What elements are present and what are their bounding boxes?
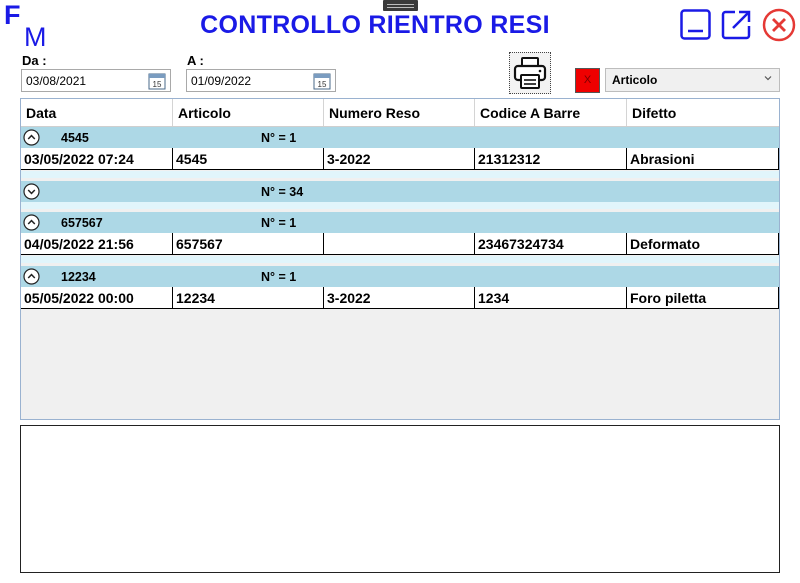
page-title: CONTROLLO RIENTRO RESI bbox=[200, 11, 550, 39]
detail-panel[interactable] bbox=[20, 425, 780, 573]
group-by-select[interactable]: Articolo bbox=[605, 68, 780, 92]
calendar-icon[interactable]: 15 bbox=[148, 72, 166, 90]
logo-letter-f: F bbox=[4, 2, 21, 30]
table-row[interactable]: 05/05/2022 00:00 12234 3-2022 1234 Foro … bbox=[21, 287, 779, 309]
column-header-difetto[interactable]: Difetto bbox=[627, 99, 779, 126]
table-row[interactable]: 04/05/2022 21:56 657567 23467324734 Defo… bbox=[21, 233, 779, 255]
printer-icon bbox=[513, 57, 547, 89]
chevron-up-icon[interactable] bbox=[23, 129, 40, 146]
drag-handle[interactable] bbox=[383, 0, 418, 11]
print-button[interactable] bbox=[509, 52, 551, 94]
from-date-picker[interactable]: 03/08/2021 15 bbox=[21, 69, 171, 92]
minimize-icon[interactable] bbox=[680, 9, 711, 40]
column-header-articolo[interactable]: Articolo bbox=[173, 99, 324, 126]
calendar-icon[interactable]: 15 bbox=[313, 72, 331, 90]
group-count: N° = 1 bbox=[261, 216, 297, 230]
cell-data: 05/05/2022 00:00 bbox=[21, 287, 173, 309]
group-header[interactable]: 4545 N° = 1 bbox=[21, 127, 779, 148]
to-date-value: 01/09/2022 bbox=[191, 74, 252, 88]
svg-text:15: 15 bbox=[318, 80, 327, 89]
close-icon[interactable] bbox=[762, 8, 796, 42]
fm-logo: F M bbox=[4, 2, 47, 48]
chevron-up-icon[interactable] bbox=[23, 214, 40, 231]
group-key: 657567 bbox=[61, 216, 103, 230]
cell-codice-a-barre: 1234 bbox=[475, 287, 627, 309]
clear-filter-button[interactable]: X bbox=[575, 68, 600, 93]
chevron-down-icon bbox=[764, 76, 772, 81]
cell-articolo: 12234 bbox=[173, 287, 324, 309]
column-header-numero-reso[interactable]: Numero Reso bbox=[324, 99, 475, 126]
cell-codice-a-barre: 21312312 bbox=[475, 148, 627, 170]
group-count: N° = 1 bbox=[261, 131, 297, 145]
to-date-label: A : bbox=[187, 53, 204, 68]
cell-data: 04/05/2022 21:56 bbox=[21, 233, 173, 255]
group-count: N° = 1 bbox=[261, 270, 297, 284]
column-header-data[interactable]: Data bbox=[21, 99, 173, 126]
group-count: N° = 34 bbox=[261, 185, 304, 199]
cell-data: 03/05/2022 07:24 bbox=[21, 148, 173, 170]
returns-grid[interactable]: Data Articolo Numero Reso Codice A Barre… bbox=[20, 98, 780, 420]
chevron-up-icon[interactable] bbox=[23, 268, 40, 285]
popout-icon[interactable] bbox=[721, 9, 752, 40]
cell-articolo: 657567 bbox=[173, 233, 324, 255]
group-spacer bbox=[21, 202, 779, 209]
cell-numero-reso: 3-2022 bbox=[324, 287, 475, 309]
cell-difetto: Foro piletta bbox=[627, 287, 779, 309]
svg-text:15: 15 bbox=[153, 80, 162, 89]
group-key: 4545 bbox=[61, 131, 89, 145]
column-header-codice-a-barre[interactable]: Codice A Barre bbox=[475, 99, 627, 126]
cell-codice-a-barre: 23467324734 bbox=[475, 233, 627, 255]
group-header[interactable]: 12234 N° = 1 bbox=[21, 266, 779, 287]
cell-articolo: 4545 bbox=[173, 148, 324, 170]
chevron-down-icon[interactable] bbox=[23, 183, 40, 200]
cell-difetto: Abrasioni bbox=[627, 148, 779, 170]
grid-header: Data Articolo Numero Reso Codice A Barre… bbox=[21, 99, 779, 127]
cell-numero-reso bbox=[324, 233, 475, 255]
cell-numero-reso: 3-2022 bbox=[324, 148, 475, 170]
group-header[interactable]: N° = 34 bbox=[21, 181, 779, 202]
group-key: 12234 bbox=[61, 270, 96, 284]
from-date-label: Da : bbox=[22, 53, 47, 68]
group-by-value: Articolo bbox=[612, 73, 658, 87]
group-spacer bbox=[21, 256, 779, 263]
group-spacer bbox=[21, 171, 779, 178]
cell-difetto: Deformato bbox=[627, 233, 779, 255]
table-row[interactable]: 03/05/2022 07:24 4545 3-2022 21312312 Ab… bbox=[21, 148, 779, 170]
group-header[interactable]: 657567 N° = 1 bbox=[21, 212, 779, 233]
from-date-value: 03/08/2021 bbox=[26, 74, 87, 88]
logo-letter-m: M bbox=[24, 22, 47, 48]
to-date-picker[interactable]: 01/09/2022 15 bbox=[186, 69, 336, 92]
